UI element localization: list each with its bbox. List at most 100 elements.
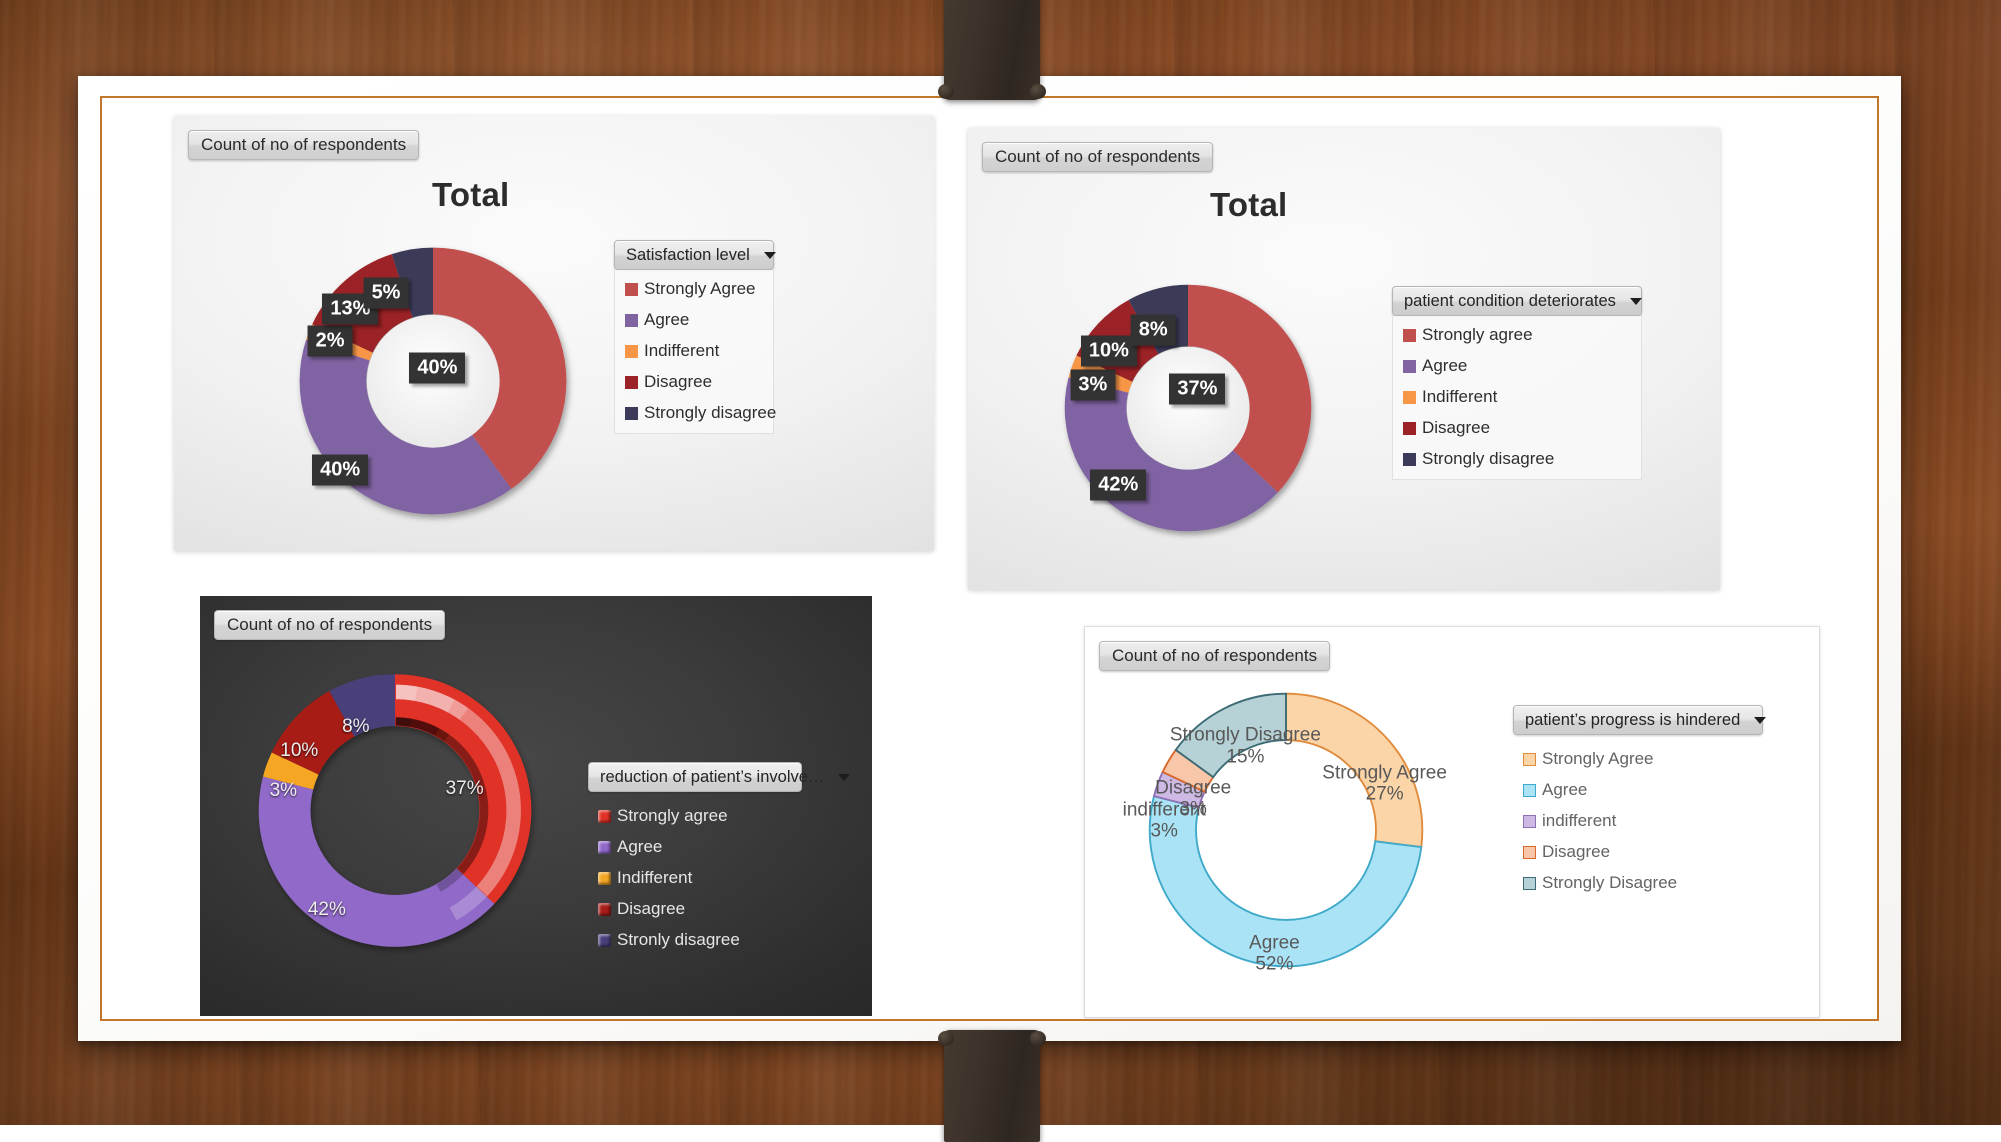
legend-item-label: Agree bbox=[1422, 356, 1467, 376]
data-label-value: 52% bbox=[1255, 954, 1293, 975]
data-label: Agree52% bbox=[1249, 933, 1300, 976]
legend-swatch-icon bbox=[1403, 329, 1416, 342]
chart-panel-patients-progress-is-hindered[interactable]: Count of no of respondents Strongly Agre… bbox=[1084, 626, 1820, 1018]
data-label-value: 3% bbox=[1150, 821, 1177, 842]
legend-item-label: Indifferent bbox=[1422, 387, 1497, 407]
legend-item-label: Indifferent bbox=[617, 868, 692, 888]
legend-item-label: Strongly agree bbox=[1422, 325, 1533, 345]
data-label: Strongly Agree27% bbox=[1322, 762, 1447, 805]
donut-segment[interactable] bbox=[259, 777, 495, 947]
legend-item[interactable]: Indifferent bbox=[598, 868, 792, 888]
data-label: 3% bbox=[1070, 369, 1115, 400]
legend-title-1: Satisfaction level bbox=[626, 246, 750, 265]
legend-item[interactable]: Disagree bbox=[1403, 418, 1631, 438]
legend-header-4[interactable]: patient’s progress is hindered bbox=[1513, 705, 1763, 735]
legend-swatch-icon bbox=[625, 407, 638, 420]
legend-item[interactable]: Strongly Disagree bbox=[1523, 873, 1753, 893]
legend-item[interactable]: indifferent bbox=[1523, 811, 1753, 831]
legend-item[interactable]: Strongly Agree bbox=[1523, 749, 1753, 769]
legend-swatch-icon bbox=[1523, 877, 1536, 890]
chevron-down-icon[interactable] bbox=[1754, 717, 1766, 724]
chevron-down-icon[interactable] bbox=[1630, 298, 1642, 305]
legend-header-3[interactable]: reduction of patient’s involve… bbox=[588, 762, 802, 792]
legend-item-label: Strongly Agree bbox=[644, 279, 756, 299]
legend-item-label: Strongly disagree bbox=[1422, 449, 1554, 469]
data-label: Disagree3% bbox=[1155, 778, 1231, 821]
legend-swatch-icon bbox=[1403, 360, 1416, 373]
legend-item-label: Strongly Disagree bbox=[1542, 873, 1677, 893]
clip-knob-right-icon bbox=[1030, 1031, 1046, 1046]
data-label: Strongly Disagree15% bbox=[1170, 725, 1321, 768]
chart-panel-patient-condition-deteriorates[interactable]: Count of no of respondents Total 37%42%3… bbox=[968, 128, 1720, 590]
donut-chart-3[interactable] bbox=[250, 658, 540, 963]
legend-swatch-icon bbox=[1523, 753, 1536, 766]
data-label-name: Strongly Agree bbox=[1322, 762, 1447, 783]
legend-items-4: Strongly Agree Agree indifferent Disagree St… bbox=[1513, 735, 1763, 903]
data-label-name: Strongly Disagree bbox=[1170, 725, 1321, 746]
slide-page: Count of no of respondents Total 40% 40% 2… bbox=[102, 98, 1877, 1019]
data-label-value: 3% bbox=[1179, 799, 1206, 820]
chart-panel-reduction-of-patients-involvement[interactable]: Count of no of respondents 37%42%3%10%8%… bbox=[200, 596, 872, 1016]
chart-title-2: Total bbox=[1210, 186, 1287, 224]
legend-patients-progress-is-hindered[interactable]: patient’s progress is hindered Strongly … bbox=[1513, 705, 1763, 903]
legend-title-2: patient condition deteriorates bbox=[1404, 292, 1616, 311]
legend-item[interactable]: Agree bbox=[1403, 356, 1631, 376]
legend-swatch-icon bbox=[598, 810, 611, 823]
chevron-down-icon[interactable] bbox=[838, 774, 850, 781]
legend-title-4: patient’s progress is hindered bbox=[1525, 711, 1740, 730]
data-label: 42% bbox=[308, 899, 346, 921]
legend-item[interactable]: Strongly disagree bbox=[625, 403, 763, 423]
data-label: 5% bbox=[364, 277, 409, 308]
legend-item-label: Disagree bbox=[617, 899, 685, 919]
data-label-value: 27% bbox=[1366, 784, 1404, 805]
field-button-count-of-respondents-1[interactable]: Count of no of respondents bbox=[188, 130, 419, 160]
legend-swatch-icon bbox=[1403, 453, 1416, 466]
data-label: 10% bbox=[1081, 336, 1137, 367]
data-label: 3% bbox=[270, 780, 297, 802]
legend-item[interactable]: Strongly agree bbox=[1403, 325, 1631, 345]
legend-item[interactable]: Stronly disagree bbox=[598, 930, 792, 950]
legend-items-2: Strongly agree Agree Indifferent Disagree St… bbox=[1392, 316, 1642, 480]
legend-item-label: Agree bbox=[617, 837, 662, 857]
slide-frame: Count of no of respondents Total 40% 40% 2… bbox=[78, 76, 1901, 1041]
binder-clip-bottom bbox=[944, 1030, 1040, 1142]
data-label-value: 15% bbox=[1226, 746, 1264, 767]
chevron-down-icon[interactable] bbox=[764, 252, 776, 259]
data-label: 40% bbox=[409, 352, 465, 383]
legend-reduction-of-patients-involvement[interactable]: reduction of patient’s involve… Strongly… bbox=[588, 762, 802, 960]
legend-swatch-icon bbox=[598, 872, 611, 885]
legend-item[interactable]: Agree bbox=[598, 837, 792, 857]
legend-item-label: Disagree bbox=[1422, 418, 1490, 438]
clip-knob-left-icon bbox=[938, 84, 954, 99]
data-label: 40% bbox=[312, 454, 368, 485]
legend-item[interactable]: Agree bbox=[625, 310, 763, 330]
legend-item[interactable]: Disagree bbox=[625, 372, 763, 392]
legend-item[interactable]: Strongly Agree bbox=[625, 279, 763, 299]
legend-item-label: Disagree bbox=[1542, 842, 1610, 862]
legend-item[interactable]: Strongly disagree bbox=[1403, 449, 1631, 469]
legend-title-3: reduction of patient’s involve… bbox=[600, 768, 824, 787]
data-label: 8% bbox=[342, 716, 369, 738]
legend-item[interactable]: Disagree bbox=[1523, 842, 1753, 862]
data-label: 10% bbox=[280, 740, 318, 762]
legend-swatch-icon bbox=[1523, 815, 1536, 828]
legend-satisfaction-level[interactable]: Satisfaction level Strongly Agree Agree In… bbox=[614, 240, 774, 434]
chart-panel-satisfaction-level[interactable]: Count of no of respondents Total 40%40%2… bbox=[174, 116, 934, 551]
legend-item-label: Strongly Agree bbox=[1542, 749, 1654, 769]
legend-item[interactable]: Agree bbox=[1523, 780, 1753, 800]
clip-knob-right-icon bbox=[1030, 84, 1046, 99]
legend-item[interactable]: Disagree bbox=[598, 899, 792, 919]
legend-item-label: Indifferent bbox=[644, 341, 719, 361]
legend-header-2[interactable]: patient condition deteriorates bbox=[1392, 286, 1642, 316]
legend-swatch-icon bbox=[625, 283, 638, 296]
data-label: 42% bbox=[1090, 469, 1146, 500]
field-button-count-of-respondents-4[interactable]: Count of no of respondents bbox=[1099, 641, 1330, 671]
field-button-count-of-respondents-2[interactable]: Count of no of respondents bbox=[982, 142, 1213, 172]
field-button-count-of-respondents-3[interactable]: Count of no of respondents bbox=[214, 610, 445, 640]
legend-item[interactable]: Indifferent bbox=[1403, 387, 1631, 407]
legend-item[interactable]: Strongly agree bbox=[598, 806, 792, 826]
donut-chart-2[interactable] bbox=[1054, 263, 1322, 553]
legend-header-1[interactable]: Satisfaction level bbox=[614, 240, 774, 270]
legend-patient-condition-deteriorates[interactable]: patient condition deteriorates Strongly … bbox=[1392, 286, 1642, 480]
legend-item[interactable]: Indifferent bbox=[625, 341, 763, 361]
